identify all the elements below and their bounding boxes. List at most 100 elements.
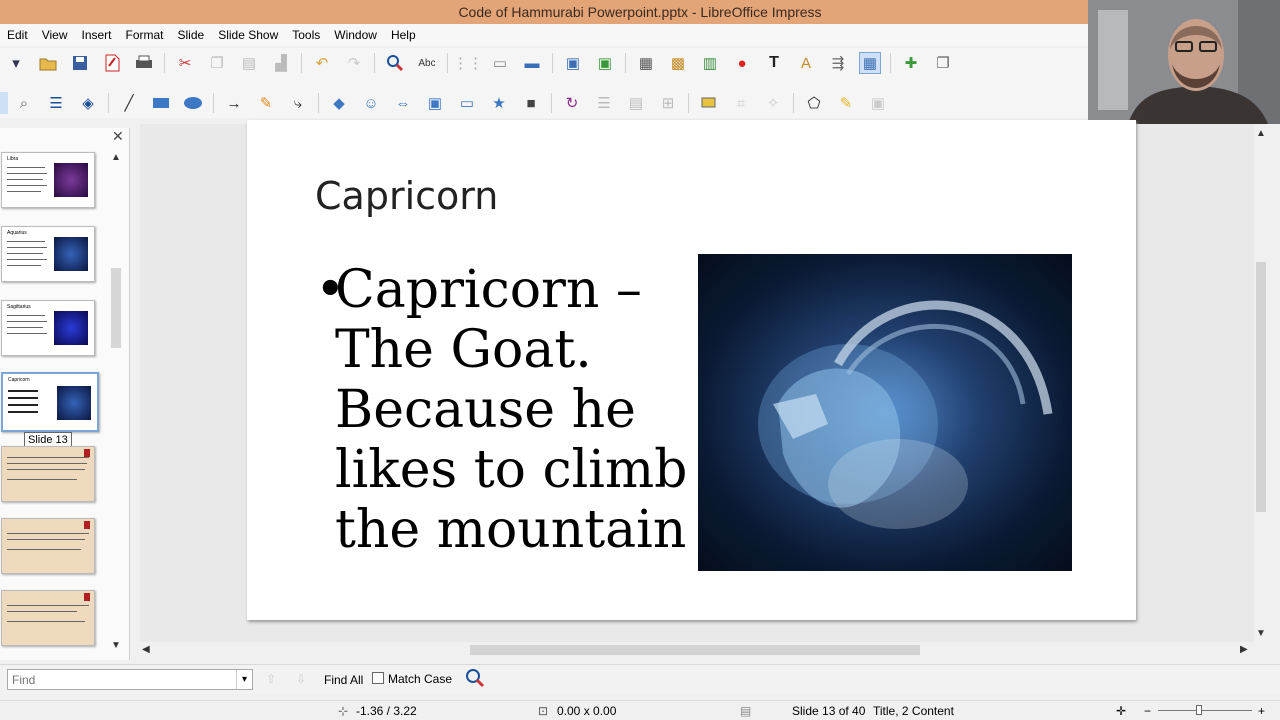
open-folder-icon[interactable]: [37, 52, 59, 74]
slide-canvas[interactable]: Capricorn • Capricorn – The Goat. Becaus…: [247, 120, 1136, 620]
slide-body-textbox[interactable]: • Capricorn – The Goat. Because he likes…: [315, 260, 695, 560]
slide-thumbnail[interactable]: [1, 590, 95, 646]
select-icon[interactable]: [0, 92, 8, 114]
zoom-out-icon[interactable]: −: [1144, 704, 1151, 718]
menu-view[interactable]: View: [35, 28, 75, 42]
find-history-dropdown-icon[interactable]: ▾: [236, 670, 252, 689]
slideshow-current-icon[interactable]: ▣: [594, 52, 616, 74]
distribute-icon[interactable]: ⊞: [657, 92, 679, 114]
line-icon[interactable]: ╱: [118, 92, 140, 114]
grid-icon[interactable]: ⋮⋮: [453, 52, 483, 74]
ellipse-icon[interactable]: [182, 92, 204, 114]
vertical-scrollbar[interactable]: ▲ ▼: [1254, 124, 1268, 642]
slide-thumbnail[interactable]: [1, 518, 95, 574]
slide-title[interactable]: Capricorn: [315, 174, 498, 218]
find-all-button[interactable]: Find All: [324, 673, 363, 687]
slide-thumbnail[interactable]: Libra: [1, 152, 95, 208]
copy-icon[interactable]: ❐: [206, 52, 228, 74]
symbol-shapes-icon[interactable]: ☺: [360, 92, 382, 114]
curve-icon[interactable]: ✎: [255, 92, 277, 114]
find-previous-icon[interactable]: ⇧: [266, 672, 276, 686]
scroll-thumb[interactable]: [1256, 262, 1266, 512]
basic-shapes-icon[interactable]: ◆: [328, 92, 350, 114]
scroll-thumb[interactable]: [111, 268, 121, 348]
table-icon[interactable]: ▦: [635, 52, 657, 74]
zoom-pan-icon[interactable]: ⌕: [13, 92, 35, 114]
crop-icon[interactable]: ⌗: [730, 92, 752, 114]
match-case-checkbox[interactable]: [372, 672, 384, 684]
zoom-slider[interactable]: [1158, 710, 1252, 711]
menu-edit[interactable]: Edit: [0, 28, 35, 42]
close-pane-icon[interactable]: ✕: [112, 128, 124, 145]
document-modified-icon[interactable]: ▤: [740, 704, 751, 718]
undo-icon[interactable]: ↶: [311, 52, 333, 74]
scroll-up-icon[interactable]: ▲: [111, 152, 121, 163]
connectors-icon[interactable]: ⤷: [287, 92, 309, 114]
menu-slide-show[interactable]: Slide Show: [211, 28, 285, 42]
scroll-right-icon[interactable]: ▶: [1240, 644, 1248, 655]
start-slideshow-icon[interactable]: ▣: [562, 52, 584, 74]
new-document-icon[interactable]: ▾: [5, 52, 27, 74]
find-next-icon[interactable]: ⇩: [296, 672, 306, 686]
rectangle-icon[interactable]: [150, 92, 172, 114]
toggle-extrusion-icon[interactable]: ▦: [859, 52, 881, 74]
scroll-down-icon[interactable]: ▼: [111, 640, 121, 651]
connector-icon[interactable]: ⇶: [827, 52, 849, 74]
shadow-icon[interactable]: [698, 92, 720, 114]
filter-icon[interactable]: ✧: [762, 92, 784, 114]
image-icon[interactable]: ▩: [667, 52, 689, 74]
print-icon[interactable]: [133, 52, 155, 74]
slide-thumbnail-selected[interactable]: Capricorn: [1, 372, 99, 432]
master-slide-icon[interactable]: ▬: [521, 52, 543, 74]
display-views-icon[interactable]: ▭: [489, 52, 511, 74]
glue-points-icon[interactable]: ✎: [835, 92, 857, 114]
menu-insert[interactable]: Insert: [74, 28, 118, 42]
zoom-slider-thumb[interactable]: [1196, 705, 1202, 715]
chart-icon[interactable]: ●: [731, 52, 753, 74]
clone-formatting-icon[interactable]: ▟: [270, 52, 292, 74]
menu-slide[interactable]: Slide: [171, 28, 212, 42]
cut-icon[interactable]: ✂: [174, 52, 196, 74]
slide-thumbnail[interactable]: [1, 446, 95, 502]
flowchart-icon[interactable]: ▣: [424, 92, 446, 114]
menu-help[interactable]: Help: [384, 28, 423, 42]
arrow-line-icon[interactable]: →: [223, 92, 245, 114]
toggle-3d-icon[interactable]: ▣: [867, 92, 889, 114]
menu-window[interactable]: Window: [327, 28, 384, 42]
spelling-icon[interactable]: Abc: [416, 52, 438, 74]
textbox-icon[interactable]: T: [763, 52, 785, 74]
arrange-icon[interactable]: ▤: [625, 92, 647, 114]
find-input[interactable]: [7, 669, 253, 690]
scroll-thumb[interactable]: [470, 645, 920, 655]
fit-slide-icon[interactable]: ✛: [1116, 704, 1126, 718]
rotate-icon[interactable]: ↻: [561, 92, 583, 114]
find-replace-icon[interactable]: [384, 52, 406, 74]
3d-objects-icon[interactable]: ■: [520, 92, 542, 114]
paste-icon[interactable]: ▤: [238, 52, 260, 74]
scroll-down-icon[interactable]: ▼: [1256, 628, 1266, 639]
slide-panel-scrollbar[interactable]: ▲ ▼: [110, 148, 122, 651]
media-icon[interactable]: ▥: [699, 52, 721, 74]
scroll-left-icon[interactable]: ◀: [142, 644, 150, 655]
points-icon[interactable]: ⬠: [803, 92, 825, 114]
find-replace-icon[interactable]: [464, 668, 486, 691]
redo-icon[interactable]: ↷: [343, 52, 365, 74]
menu-tools[interactable]: Tools: [285, 28, 327, 42]
save-icon[interactable]: [69, 52, 91, 74]
export-pdf-icon[interactable]: [101, 52, 123, 74]
fontwork-icon[interactable]: A: [795, 52, 817, 74]
menu-format[interactable]: Format: [119, 28, 171, 42]
callouts-icon[interactable]: ▭: [456, 92, 478, 114]
slide-thumbnail[interactable]: Sagittarius: [1, 300, 95, 356]
scroll-up-icon[interactable]: ▲: [1256, 128, 1266, 139]
line-color-icon[interactable]: ☰: [45, 92, 67, 114]
fill-color-icon[interactable]: ◈: [77, 92, 99, 114]
horizontal-scrollbar[interactable]: ◀ ▶: [140, 642, 1254, 658]
slide-thumbnail[interactable]: Aquarius: [1, 226, 95, 282]
stars-icon[interactable]: ★: [488, 92, 510, 114]
zoom-in-icon[interactable]: +: [1258, 704, 1265, 718]
new-slide-icon[interactable]: ✚: [900, 52, 922, 74]
duplicate-slide-icon[interactable]: ❐: [932, 52, 954, 74]
align-icon[interactable]: ☰: [593, 92, 615, 114]
block-arrows-icon[interactable]: ⇔: [392, 92, 414, 114]
